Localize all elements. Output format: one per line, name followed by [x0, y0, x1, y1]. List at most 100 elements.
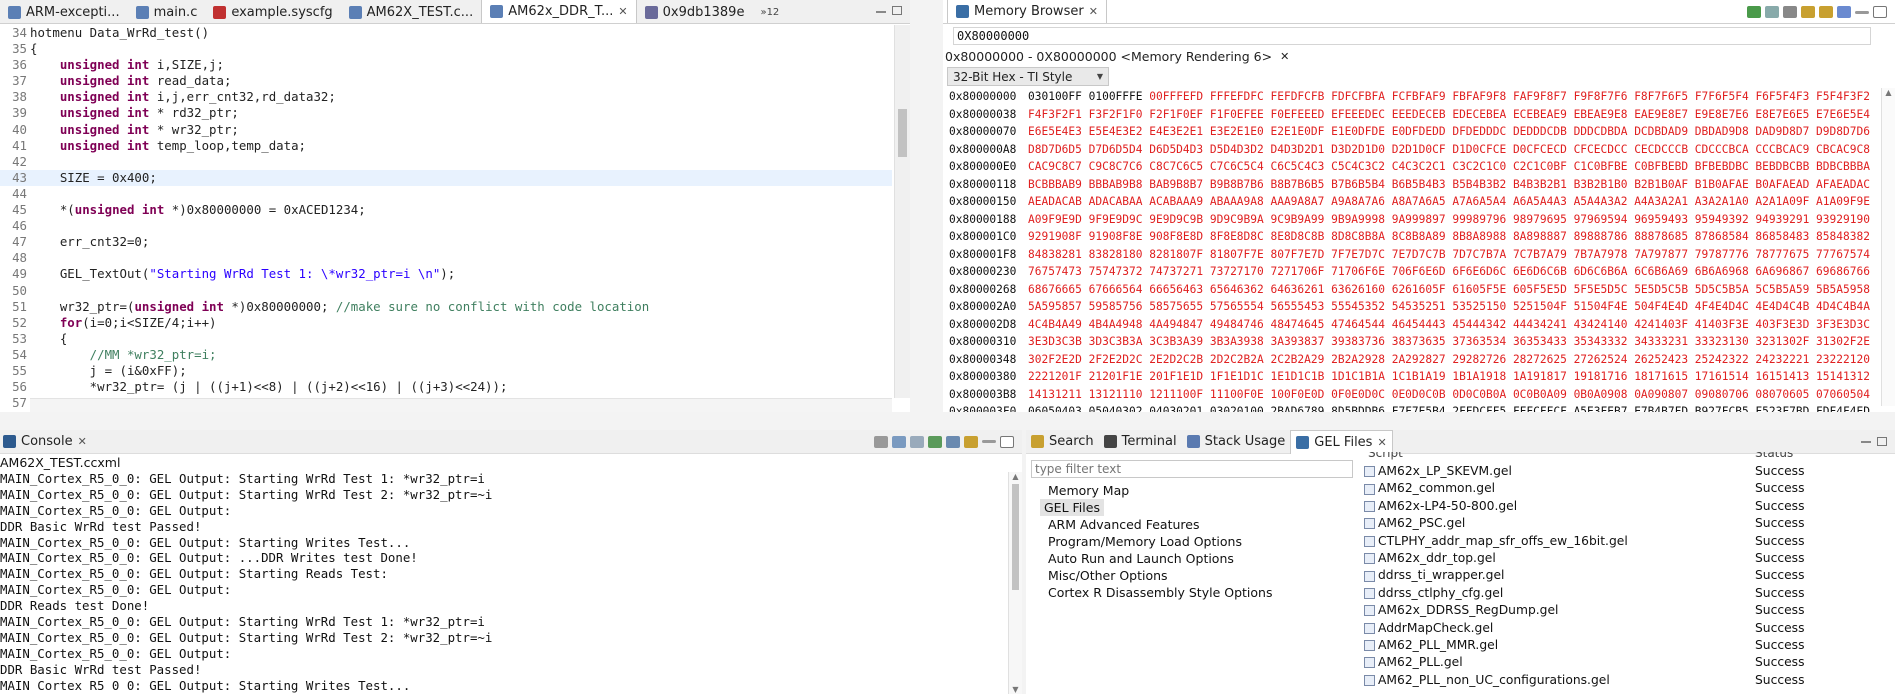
scroll-up-icon[interactable]: ▲: [1882, 88, 1895, 97]
gel-file-row[interactable]: ddrss_ctlphy_cfg.gel Success: [1360, 585, 1895, 602]
gel-file-name: CTLPHY_addr_map_sfr_offs_ew_16bit.gel: [1378, 533, 1628, 548]
tab-editor-file[interactable]: main.c: [128, 1, 206, 23]
tab-editor-file[interactable]: example.syscfg: [205, 1, 340, 23]
gel-category-item[interactable]: GEL Files: [1040, 499, 1104, 516]
close-icon[interactable]: ✕: [1377, 436, 1386, 449]
gel-file-row[interactable]: AM62x_LP_SKEVM.gel Success: [1360, 463, 1895, 480]
close-icon[interactable]: ✕: [1089, 5, 1098, 18]
editor-vertical-scrollbar[interactable]: [894, 25, 910, 398]
console-line: MAIN_Cortex_R5_0_0: GEL Output: Starting…: [0, 534, 411, 550]
memory-values-changed[interactable]: 9291908F 91908F8E 908F8E8D 8F8E8D8C 8E8D…: [1028, 228, 1870, 246]
gel-file-row[interactable]: CTLPHY_addr_map_sfr_offs_ew_16bit.gel Suc…: [1360, 533, 1895, 550]
tab-memory-browser[interactable]: Memory Browser ✕: [947, 0, 1107, 23]
pin-console-icon[interactable]: [928, 435, 942, 448]
gel-file-row[interactable]: AM62x-LP4-50-800.gel Success: [1360, 498, 1895, 515]
status-column-header[interactable]: Status: [1755, 452, 1793, 462]
tab-gel[interactable]: GEL Files ✕: [1290, 430, 1393, 454]
export-icon[interactable]: [1819, 6, 1833, 18]
close-icon[interactable]: ✕: [1280, 50, 1289, 63]
script-column-header[interactable]: Script: [1360, 452, 1755, 462]
save-icon[interactable]: [1837, 6, 1851, 18]
scroll-down-icon[interactable]: ▼: [1009, 685, 1022, 694]
display-console-icon[interactable]: [946, 435, 960, 448]
gel-category-item[interactable]: Memory Map: [1026, 482, 1356, 499]
line-number: 55: [12, 362, 27, 378]
memory-values-changed[interactable]: A09F9E9D 9F9E9D9C 9E9D9C9B 9D9C9B9A 9C9B…: [1028, 211, 1870, 229]
memory-values-changed[interactable]: 2221201F 21201F1E 201F1E1D 1F1E1D1C 1E1D…: [1028, 368, 1870, 386]
import-icon[interactable]: [1801, 6, 1815, 18]
code-editor[interactable]: 34 hotmenu Data_WrRd_test() 35{36 unsigned…: [0, 25, 892, 410]
gel-file-row[interactable]: AM62_PLL_MMR.gel Success: [1360, 637, 1895, 654]
memory-values-changed[interactable]: F4F3F2F1 F3F2F1F0 F2F1F0EF F1F0EFEE F0EF…: [1028, 106, 1870, 124]
memory-vertical-scrollbar[interactable]: ▲: [1881, 88, 1895, 406]
tab-editor-file[interactable]: 0x9db1389e: [637, 1, 753, 23]
gel-category-item[interactable]: Misc/Other Options: [1026, 567, 1356, 584]
memory-values-changed[interactable]: 76757473 75747372 74737271 73727170 7271…: [1028, 263, 1870, 281]
memory-values-changed[interactable]: CAC9C8C7 C9C8C7C6 C8C7C6C5 C7C6C5C4 C6C5…: [1028, 158, 1870, 176]
tab-terminal[interactable]: Terminal: [1099, 431, 1182, 453]
gel-category-item[interactable]: Cortex R Disassembly Style Options: [1026, 584, 1356, 601]
memory-values-changed[interactable]: 84838281 83828180 8281807F 81807F7E 807F…: [1028, 246, 1870, 264]
memory-values-changed[interactable]: 302F2E2D 2F2E2D2C 2E2D2C2B 2D2C2B2A 2C2B…: [1028, 351, 1870, 369]
memory-values-changed[interactable]: 3E3D3C3B 3D3C3B3A 3C3B3A39 3B3A3938 3A39…: [1028, 333, 1870, 351]
tab-search[interactable]: Search: [1026, 431, 1099, 453]
editor-horizontal-scrollbar[interactable]: [30, 398, 892, 412]
gel-file-row[interactable]: AM62x_DDRSS_RegDump.gel Success: [1360, 602, 1895, 619]
memory-values-changed[interactable]: 5A595857 59585756 58575655 57565554 5655…: [1028, 298, 1870, 316]
open-console-icon[interactable]: [964, 435, 978, 448]
tab-stack[interactable]: Stack Usage: [1182, 431, 1291, 453]
minimize-icon[interactable]: [1855, 10, 1869, 14]
scroll-up-icon[interactable]: ▲: [1009, 472, 1022, 481]
tab-editor-file[interactable]: AM62X_TEST.c...: [341, 1, 482, 23]
minimize-icon[interactable]: [1861, 440, 1871, 443]
memory-values-changed[interactable]: 4C4B4A49 4B4A4948 4A494847 49484746 4847…: [1028, 316, 1870, 334]
close-icon[interactable]: ✕: [78, 435, 87, 448]
gel-file-row[interactable]: AM62_PSC.gel Success: [1360, 515, 1895, 532]
minimize-icon[interactable]: [982, 440, 996, 443]
tab-console[interactable]: Console ✕: [0, 431, 95, 453]
maximize-icon[interactable]: [1000, 435, 1014, 448]
link-icon[interactable]: [1783, 6, 1797, 18]
console-output[interactable]: MAIN_Cortex_R5_0_0: GEL Output: Starting…: [0, 471, 1006, 694]
rendering-tab[interactable]: 0x80000000 - 0X80000000 <Memory Renderin…: [945, 47, 1289, 65]
more-tabs-button[interactable]: »12: [752, 1, 787, 23]
memory-values-changed[interactable]: 14131211 13121110 1211100F 11100F0E 100F…: [1028, 386, 1870, 404]
gel-file-row[interactable]: AM62_PLL.gel Success: [1360, 654, 1895, 671]
console-vertical-scrollbar[interactable]: ▲ ▼: [1008, 472, 1022, 694]
word-wrap-icon[interactable]: [910, 435, 924, 448]
new-tab-icon[interactable]: [1765, 6, 1779, 18]
clear-console-icon[interactable]: [874, 435, 888, 448]
gel-category-item[interactable]: Program/Memory Load Options: [1026, 533, 1356, 550]
memory-values-unchanged[interactable]: 06050403 05040302 04030201 03020100 2BAD…: [1028, 403, 1870, 412]
memory-address-bar: [943, 25, 1895, 45]
memory-values-changed[interactable]: BCBBBAB9 BBBAB9B8 BAB9B8B7 B9B8B7B6 B8B7…: [1028, 176, 1870, 194]
minimize-icon[interactable]: [876, 11, 886, 13]
gel-file-row[interactable]: AM62x_ddr_top.gel Success: [1360, 550, 1895, 567]
format-select[interactable]: 32-Bit Hex - TI Style ▼: [947, 67, 1109, 86]
gel-file-row[interactable]: ddrss_ti_wrapper.gel Success: [1360, 567, 1895, 584]
maximize-icon[interactable]: [1873, 6, 1887, 18]
scroll-lock-icon[interactable]: [892, 435, 906, 448]
memory-values-changed[interactable]: 68676665 67666564 66656463 65646362 6463…: [1028, 281, 1870, 299]
close-icon[interactable]: ✕: [618, 5, 627, 18]
memory-values-changed[interactable]: 00FFFEFD FFFEFDFC FEFDFCFB FDFCFBFA FCFB…: [1149, 88, 1870, 106]
memory-values-changed[interactable]: D8D7D6D5 D7D6D5D4 D6D5D4D3 D5D4D3D2 D4D3…: [1028, 141, 1870, 159]
tab-editor-file[interactable]: AM62x_DDR_T... ✕: [481, 0, 637, 23]
memory-values-changed[interactable]: AEADACAB ADACABAA ACABAAA9 ABAAA9A8 AAA9…: [1028, 193, 1870, 211]
tab-editor-file[interactable]: ARM-excepti...: [0, 1, 128, 23]
maximize-icon[interactable]: [892, 6, 902, 15]
maximize-icon[interactable]: [1877, 437, 1887, 446]
editor-scroll-thumb[interactable]: [898, 109, 907, 157]
memory-values-unchanged[interactable]: 030100FF 0100FFFE: [1028, 88, 1149, 106]
memory-values-changed[interactable]: E6E5E4E3 E5E4E3E2 E4E3E2E1 E3E2E1E0 E2E1…: [1028, 123, 1870, 141]
gel-file-row[interactable]: AddrMapCheck.gel Success: [1360, 620, 1895, 637]
memory-address-input[interactable]: [953, 27, 1871, 45]
refresh-icon[interactable]: [1747, 6, 1761, 18]
filter-input[interactable]: [1031, 460, 1353, 478]
gel-category-item[interactable]: ARM Advanced Features: [1026, 516, 1356, 533]
gel-file-row[interactable]: AM62_common.gel Success: [1360, 480, 1895, 497]
console-scroll-thumb[interactable]: [1012, 484, 1019, 590]
gel-file-icon: [1364, 587, 1375, 599]
gel-file-row[interactable]: AM62_PLL_non_UC_configurations.gel Succes…: [1360, 672, 1895, 689]
gel-category-item[interactable]: Auto Run and Launch Options: [1026, 550, 1356, 567]
